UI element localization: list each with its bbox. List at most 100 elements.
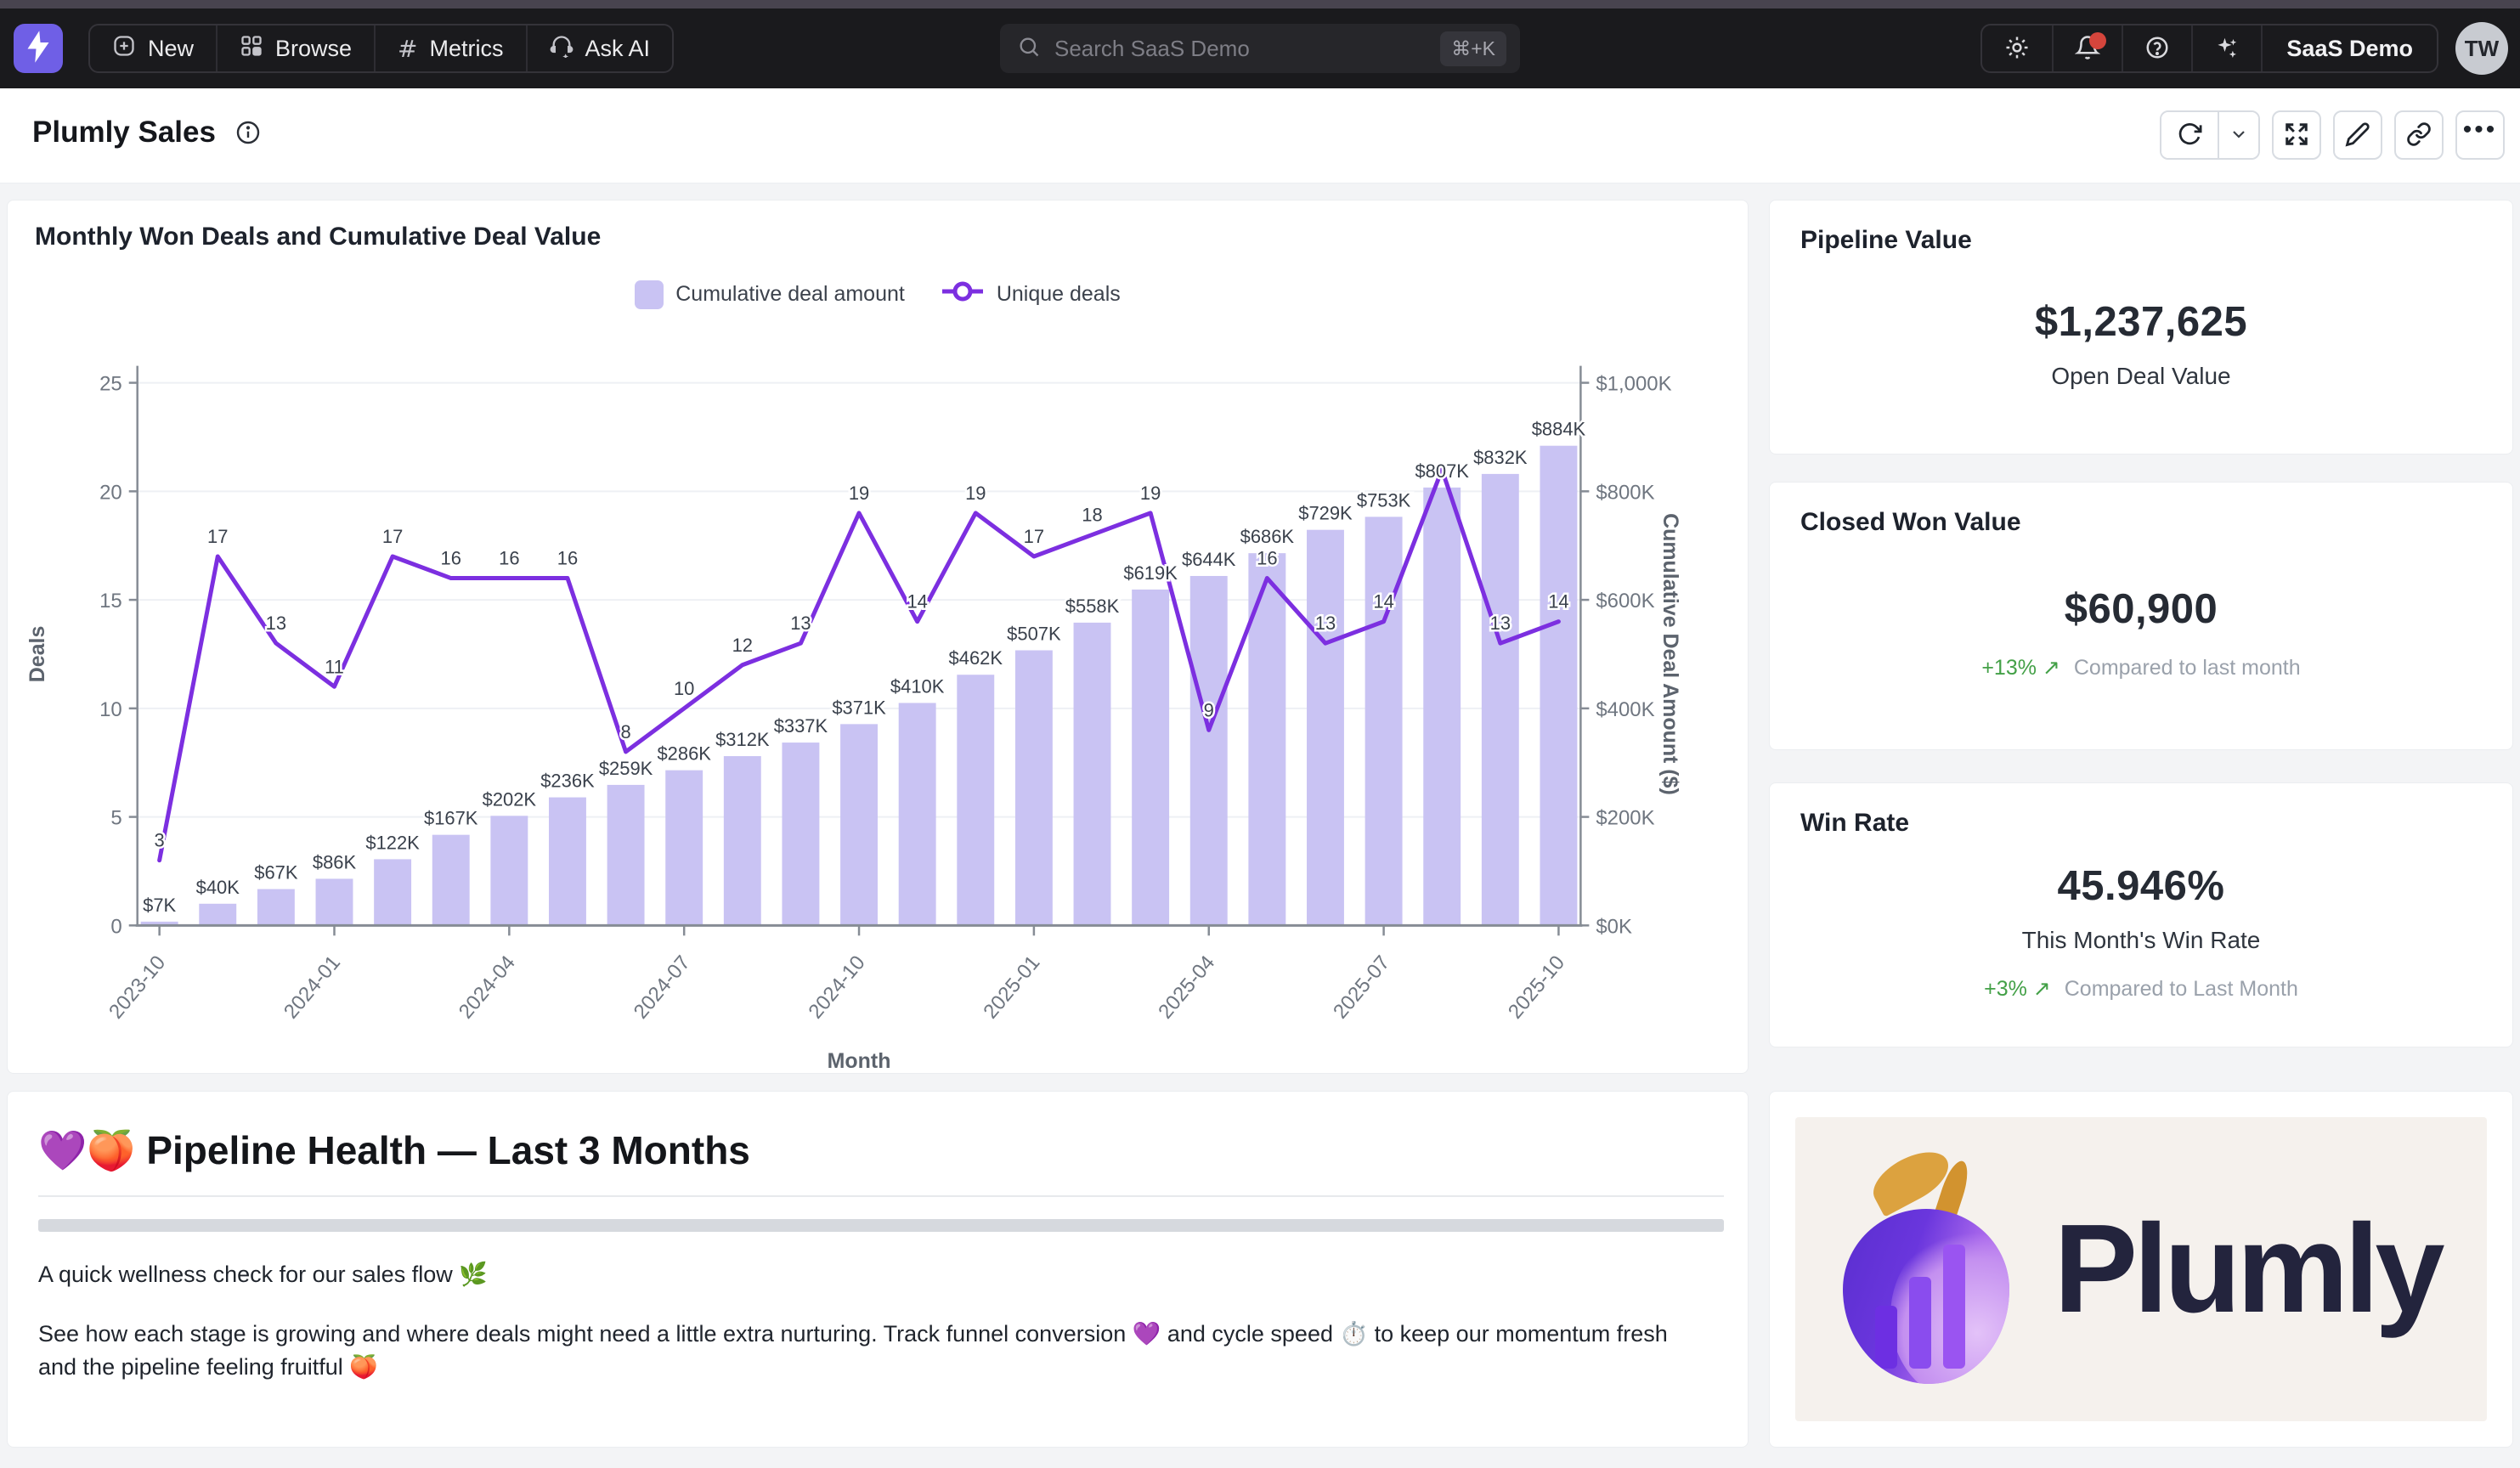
hash-icon: # (398, 35, 417, 63)
settings-button[interactable] (1982, 25, 2052, 71)
share-link-button[interactable] (2394, 110, 2444, 160)
refresh-options-button[interactable] (2218, 112, 2258, 158)
search-placeholder: Search SaaS Demo (1054, 36, 1250, 62)
lightning-bolt-icon (25, 31, 51, 67)
search-icon (1017, 35, 1041, 63)
refresh-icon (2177, 121, 2202, 150)
svg-text:16: 16 (557, 548, 578, 569)
ask-ai-button[interactable]: Ask AI (526, 25, 673, 71)
svg-text:17: 17 (1024, 526, 1044, 547)
page-title-row: Plumly Sales (32, 116, 262, 150)
svg-text:$337K: $337K (774, 715, 828, 737)
svg-text:$600K: $600K (1596, 590, 1654, 613)
refresh-button[interactable] (2161, 112, 2218, 158)
kpi-title: Closed Won Value (1800, 508, 2021, 537)
search-input[interactable]: Search SaaS Demo ⌘+K (1000, 24, 1520, 73)
svg-text:Cumulative Deal Amount ($): Cumulative Deal Amount ($) (1658, 513, 1682, 795)
grid-icon (240, 34, 263, 64)
window-top-strip (0, 0, 2520, 8)
svg-text:20: 20 (99, 481, 122, 504)
ellipsis-icon: ••• (2463, 117, 2498, 153)
sparkles-icon (2214, 35, 2240, 63)
metrics-button[interactable]: # Metrics (374, 25, 525, 71)
svg-text:$832K: $832K (1473, 447, 1528, 468)
svg-text:$236K: $236K (540, 771, 595, 792)
user-avatar[interactable]: TW (2455, 22, 2508, 75)
chevron-down-icon (2229, 124, 2249, 147)
notes-paragraph: See how each stage is growing and where … (38, 1318, 1687, 1384)
workspace-switcher[interactable]: SaaS Demo (2261, 25, 2437, 71)
svg-text:$807K: $807K (1415, 460, 1469, 482)
svg-text:17: 17 (207, 526, 228, 547)
svg-text:13: 13 (1490, 613, 1511, 634)
svg-text:17: 17 (382, 526, 403, 547)
svg-text:$884K: $884K (1532, 419, 1586, 440)
svg-text:19: 19 (965, 483, 986, 504)
brand-logo[interactable] (14, 24, 63, 73)
svg-text:$0K: $0K (1596, 915, 1632, 938)
svg-text:$259K: $259K (599, 758, 653, 779)
svg-text:2025-10: 2025-10 (1504, 951, 1569, 1024)
svg-text:$753K: $753K (1357, 489, 1411, 511)
kpi-card-closed-won: Closed Won Value $60,900 +13% ↗ Compared… (1769, 482, 2513, 750)
notes-paragraph: A quick wellness check for our sales flo… (38, 1261, 488, 1288)
notification-dot (2089, 32, 2106, 49)
nav-button-group: New Browse # Metrics Ask AI (88, 24, 674, 73)
notifications-button[interactable] (2052, 25, 2122, 71)
delta-badge: +13% ↗ (1981, 655, 2060, 680)
help-button[interactable] (2122, 25, 2191, 71)
svg-text:$312K: $312K (715, 729, 770, 750)
svg-text:15: 15 (99, 590, 122, 613)
svg-text:$7K: $7K (143, 895, 176, 916)
svg-text:$40K: $40K (196, 877, 240, 898)
svg-text:$410K: $410K (890, 675, 945, 697)
new-button[interactable]: New (90, 25, 216, 71)
svg-text:2023-10: 2023-10 (105, 951, 170, 1024)
edit-button[interactable] (2333, 110, 2382, 160)
svg-text:5: 5 (110, 807, 121, 830)
svg-text:14: 14 (1548, 591, 1568, 613)
link-icon (2406, 121, 2432, 150)
svg-text:$200K: $200K (1596, 807, 1654, 830)
pencil-icon (2345, 121, 2370, 150)
plumly-wordmark: Plumly (2054, 1197, 2440, 1341)
svg-text:$1,000K: $1,000K (1596, 373, 1671, 396)
svg-text:11: 11 (325, 656, 344, 677)
svg-text:2024-01: 2024-01 (280, 951, 345, 1024)
svg-text:10: 10 (99, 698, 122, 721)
svg-text:$619K: $619K (1123, 562, 1178, 584)
notes-heading: 💜🍑 Pipeline Health — Last 3 Months (38, 1127, 750, 1174)
info-icon[interactable] (234, 119, 262, 146)
svg-text:$202K: $202K (483, 788, 537, 810)
kpi-subtitle: Open Deal Value (2051, 363, 2230, 390)
delta-note: Compared to last month (2074, 656, 2301, 680)
kpi-value: $60,900 (2065, 585, 2218, 633)
svg-text:2024-04: 2024-04 (455, 951, 520, 1024)
ai-sparkles-button[interactable] (2191, 25, 2261, 71)
svg-text:19: 19 (1140, 483, 1161, 504)
svg-text:14: 14 (1373, 591, 1393, 613)
gear-icon (2004, 35, 2030, 63)
browse-button[interactable]: Browse (216, 25, 374, 71)
svg-text:16: 16 (441, 548, 461, 569)
kpi-value: $1,237,625 (2035, 298, 2247, 346)
fullscreen-button[interactable] (2272, 110, 2321, 160)
combo-chart-canvas[interactable]: 0510152025$0K$200K$400K$600K$800K$1,000K… (8, 200, 1748, 1073)
svg-text:$86K: $86K (313, 851, 357, 872)
svg-text:18: 18 (1082, 504, 1102, 525)
svg-text:$800K: $800K (1596, 481, 1654, 504)
kpi-value: 45.946% (2058, 862, 2225, 910)
kpi-subtitle: This Month's Win Rate (2022, 927, 2261, 954)
svg-text:$67K: $67K (254, 862, 298, 884)
svg-text:13: 13 (790, 613, 811, 634)
more-options-button[interactable]: ••• (2455, 110, 2505, 160)
help-icon (2144, 35, 2170, 63)
kpi-delta-row: +13% ↗ Compared to last month (1981, 655, 2300, 680)
svg-text:0: 0 (110, 915, 121, 938)
svg-text:$400K: $400K (1596, 698, 1654, 721)
svg-text:16: 16 (1257, 548, 1277, 569)
svg-text:3: 3 (155, 830, 165, 851)
svg-text:Deals: Deals (25, 626, 49, 683)
search-shortcut-badge: ⌘+K (1440, 31, 1506, 66)
svg-text:2025-07: 2025-07 (1329, 951, 1394, 1024)
